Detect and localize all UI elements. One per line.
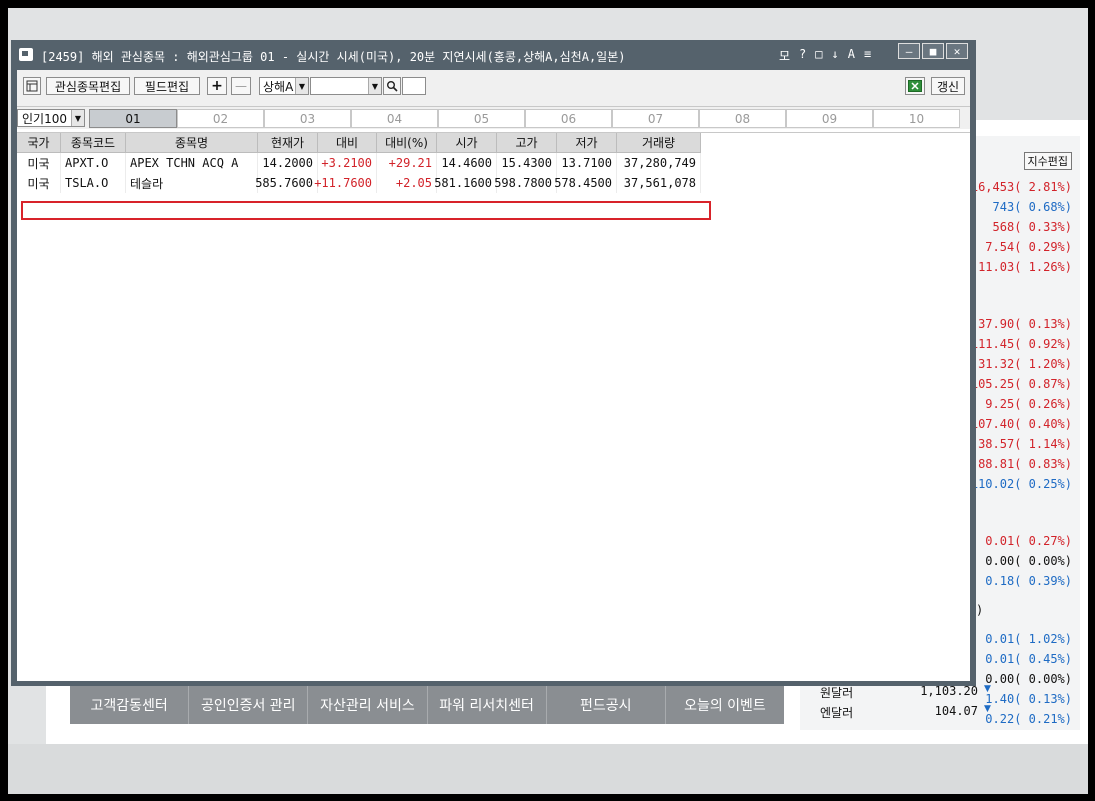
index-change-value: 88.81( 0.83%)	[978, 457, 1072, 471]
font-size-icon[interactable]: A	[848, 47, 855, 64]
help-icon[interactable]: ?	[799, 47, 806, 64]
close-button[interactable]: ✕	[946, 43, 968, 59]
col-price[interactable]: 현재가	[258, 133, 318, 153]
index-change-value: 0.22( 0.21%)	[985, 712, 1072, 726]
index-change-value: 7.54( 0.29%)	[985, 240, 1072, 254]
window-link-icon[interactable]: □	[815, 47, 822, 64]
index-change-value: 111.45( 0.92%)	[970, 337, 1072, 351]
index-change-value: 743( 0.68%)	[992, 200, 1072, 214]
col-change-pct[interactable]: 대비(%)	[377, 133, 437, 153]
index-change-value: 9.25( 0.26%)	[985, 397, 1072, 411]
col-volume[interactable]: 거래량	[617, 133, 701, 153]
nav-customer-center[interactable]: 고객감동센터	[70, 686, 190, 724]
nav-research-center[interactable]: 파워 리서치센터	[428, 686, 547, 724]
tab-06[interactable]: 06	[525, 109, 612, 128]
add-button[interactable]: +	[207, 77, 227, 95]
bottom-nav: 고객감동센터 공인인증서 관리 자산관리 서비스 파워 리서치센터 펀드공시 오…	[70, 686, 784, 724]
index-change-value: 0.01( 1.02%)	[985, 632, 1072, 646]
tab-09[interactable]: 09	[786, 109, 873, 128]
col-code[interactable]: 종목코드	[61, 133, 126, 153]
index-change-value: 16,453( 2.81%)	[970, 180, 1072, 194]
window-app-icon	[19, 48, 33, 61]
maximize-button[interactable]: ■	[922, 43, 944, 59]
menu-icon[interactable]: ≡	[864, 47, 871, 64]
index-change-value: 105.25( 0.87%)	[970, 377, 1072, 391]
col-low[interactable]: 저가	[557, 133, 617, 153]
tab-02[interactable]: 02	[177, 109, 264, 128]
group-tabs: 인기100 ▼ 01 02 03 04 05 06 07 08 09 10	[17, 107, 970, 129]
col-open[interactable]: 시가	[437, 133, 497, 153]
download-icon[interactable]: ↓	[832, 47, 839, 64]
market-select[interactable]: 상해A ▼	[259, 77, 309, 95]
tab-01[interactable]: 01	[89, 109, 177, 128]
col-country[interactable]: 국가	[17, 133, 61, 153]
chevron-down-icon: ▼	[71, 110, 84, 126]
index-change-value: 110.02( 0.25%)	[970, 477, 1072, 491]
chevron-down-icon: ▼	[295, 78, 308, 94]
index-change-value: 38.57( 1.14%)	[978, 437, 1072, 451]
col-name[interactable]: 종목명	[126, 133, 258, 153]
watchlist-edit-button[interactable]: 관심종목편집	[46, 77, 130, 95]
table-row[interactable]: 미국 APXT.O APEX TCHN ACQ A 14.2000 +3.210…	[17, 153, 701, 173]
window-title: [2459] 해외 관심종목 : 해외관심그룹 01 - 실시간 시세(미국),…	[41, 50, 626, 64]
index-edit-button[interactable]: 지수편집	[1023, 152, 1072, 170]
index-change-value: 107.40( 0.40%)	[970, 417, 1072, 431]
index-change-value: 0.00( 0.00%)	[985, 672, 1072, 686]
index-change-value: 1.40( 0.13%)	[985, 692, 1072, 706]
fx-row-jpy: 엔달러 104.07 ▼	[820, 704, 991, 720]
watchlist-window: [2459] 해외 관심종목 : 해외관심그룹 01 - 실시간 시세(미국),…	[11, 40, 976, 686]
refresh-button[interactable]: 갱신	[931, 77, 965, 95]
tab-07[interactable]: 07	[612, 109, 699, 128]
index-change-value: 0.01( 0.45%)	[985, 652, 1072, 666]
excel-export-icon[interactable]	[905, 77, 925, 95]
remove-button[interactable]: —	[231, 77, 251, 95]
window-controls: — ■ ✕	[898, 43, 968, 59]
symbol-name-field[interactable]	[402, 77, 426, 95]
nav-event[interactable]: 오늘의 이벤트	[666, 686, 784, 724]
table-header: 국가 종목코드 종목명 현재가 대비 대비(%) 시가 고가 저가 거래량	[17, 133, 701, 153]
index-change-value: 37.90( 0.13%)	[978, 317, 1072, 331]
title-bar: [2459] 해외 관심종목 : 해외관심그룹 01 - 실시간 시세(미국),…	[11, 40, 976, 70]
index-change-value: )	[976, 603, 984, 617]
chevron-down-icon: ▼	[368, 78, 381, 94]
highlight-box	[21, 201, 711, 220]
group-select[interactable]: 인기100 ▼	[17, 109, 85, 127]
nav-fund-disclosure[interactable]: 펀드공시	[547, 686, 666, 724]
index-change-value: 0.00( 0.00%)	[985, 554, 1072, 568]
nav-asset-service[interactable]: 자산관리 서비스	[308, 686, 428, 724]
tab-08[interactable]: 08	[699, 109, 786, 128]
pin-icon[interactable]: 모	[779, 47, 790, 64]
table-row[interactable]: 미국 TSLA.O 테슬라 585.7600 +11.7600 +2.05 58…	[17, 173, 701, 193]
calculator-icon[interactable]	[23, 77, 41, 95]
tab-05[interactable]: 05	[438, 109, 525, 128]
index-change-value: 11.03( 1.26%)	[978, 260, 1072, 274]
title-tools: 모 ? □ ↓ A ≡	[779, 47, 871, 64]
search-icon[interactable]	[383, 77, 401, 95]
nav-certificate[interactable]: 공인인증서 관리	[189, 686, 309, 724]
toolbar: 관심종목편집 필드편집 + — 상해A ▼ ▼ 갱신	[17, 70, 970, 107]
field-edit-button[interactable]: 필드편집	[134, 77, 200, 95]
index-change-value: 0.18( 0.39%)	[985, 574, 1072, 588]
col-change[interactable]: 대비	[318, 133, 377, 153]
index-change-value: 0.01( 0.27%)	[985, 534, 1072, 548]
down-arrow-icon: ▼	[984, 704, 991, 714]
index-change-value: 568( 0.33%)	[992, 220, 1072, 234]
tab-03[interactable]: 03	[264, 109, 351, 128]
background-footer	[8, 744, 1088, 794]
tab-04[interactable]: 04	[351, 109, 438, 128]
down-arrow-icon: ▼	[984, 684, 991, 694]
minimize-button[interactable]: —	[898, 43, 920, 59]
tab-10[interactable]: 10	[873, 109, 960, 128]
fx-row-usd: 원달러 1,103.20 ▼	[820, 684, 991, 700]
window-content: 관심종목편집 필드편집 + — 상해A ▼ ▼ 갱신 인기100 ▼ 01 02…	[17, 70, 970, 681]
symbol-input[interactable]: ▼	[310, 77, 382, 95]
col-high[interactable]: 고가	[497, 133, 557, 153]
index-change-value: 31.32( 1.20%)	[978, 357, 1072, 371]
